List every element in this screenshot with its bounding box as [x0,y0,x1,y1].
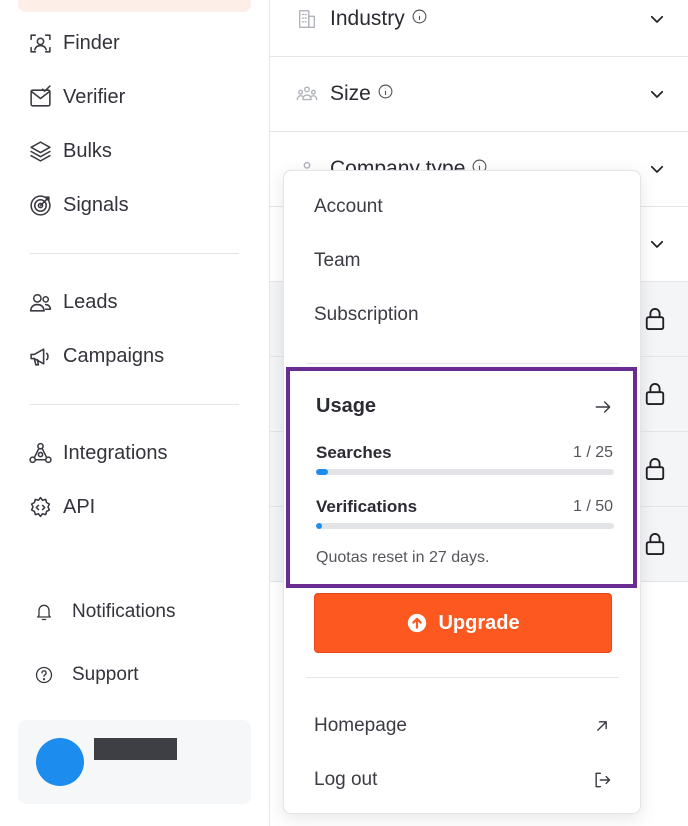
sidebar-divider [30,253,239,254]
sidebar: Finder Verifier Bulks Signals Leads Camp… [0,0,270,826]
account-dropdown-menu: Account Team Subscription Usage Searches… [283,170,641,814]
upgrade-button[interactable]: Upgrade [314,593,612,653]
lock-icon [644,382,666,406]
menu-item-subscription[interactable]: Subscription [314,304,419,326]
usage-panel[interactable]: Usage Searches 1 / 25 Verifications 1 / … [286,367,637,588]
verifier-icon [30,84,51,107]
info-icon[interactable] [411,7,428,31]
sidebar-item-label: Notifications [72,601,176,622]
avatar[interactable] [36,738,84,786]
sidebar-item-label: Leads [63,290,118,313]
quota-progress-fill [316,469,328,475]
help-icon [35,666,53,684]
sidebar-item-finder[interactable]: Finder [28,27,120,59]
chevron-down-icon[interactable] [648,85,666,103]
integrations-icon [29,442,52,463]
filter-label: Industry [330,7,405,30]
filter-label: Size [330,82,371,105]
sidebar-item-signals[interactable]: Signals [28,189,129,221]
upgrade-label: Upgrade [438,611,520,634]
sidebar-item-api[interactable]: API [28,491,95,523]
quota-label-searches: Searches [316,443,392,462]
sidebar-item-label: Integrations [63,441,168,464]
logout-icon[interactable] [592,770,612,790]
gear-icon [30,496,51,517]
active-nav-highlight[interactable] [18,0,251,12]
sidebar-item-label: Bulks [63,139,112,162]
sidebar-item-leads[interactable]: Leads [28,286,118,318]
bulks-icon [30,140,51,162]
quota-reset-text: Quotas reset in 27 days. [316,549,490,566]
arrow-up-circle-icon [408,613,427,633]
menu-item-team[interactable]: Team [314,250,360,272]
bell-icon [37,604,51,621]
quota-progress-searches [316,469,614,475]
quota-progress-verifications [316,523,614,529]
sidebar-item-campaigns[interactable]: Campaigns [28,340,164,372]
menu-item-homepage[interactable]: Homepage [314,715,407,737]
chevron-down-icon[interactable] [648,10,666,28]
arrow-right-icon[interactable] [593,397,613,417]
menu-divider [306,363,619,364]
sidebar-divider [30,404,239,405]
user-name-redacted [94,738,177,760]
sidebar-item-label: Support [72,664,139,685]
quota-count-verifications: 1 / 50 [572,498,613,515]
sidebar-item-label: API [63,495,96,518]
people-icon [296,83,318,105]
external-arrow-icon[interactable] [592,716,612,736]
sidebar-item-label: Signals [63,193,129,216]
quota-progress-fill [316,523,322,529]
finder-icon [30,33,51,53]
menu-divider [306,677,619,678]
filter-size[interactable]: Size [270,57,688,132]
lock-icon [644,307,666,331]
sidebar-item-label: Verifier [63,85,126,108]
sidebar-item-support[interactable]: Support [34,660,139,690]
quota-count-searches: 1 / 25 [572,444,613,461]
sidebar-item-notifications[interactable]: Notifications [34,597,176,627]
leads-icon [29,293,52,312]
chevron-down-icon[interactable] [648,235,666,253]
sidebar-item-verifier[interactable]: Verifier [28,81,125,113]
sidebar-item-label: Finder [63,31,120,54]
filter-industry[interactable]: Industry [270,0,688,57]
chevron-down-icon[interactable] [648,160,666,178]
sidebar-item-bulks[interactable]: Bulks [28,135,112,167]
user-card[interactable] [18,720,251,804]
info-icon[interactable] [377,82,394,106]
quota-label-verifications: Verifications [316,497,418,516]
sidebar-item-label: Campaigns [63,344,165,367]
menu-item-account[interactable]: Account [314,196,383,218]
megaphone-icon [30,347,49,366]
lock-icon [644,457,666,481]
usage-title: Usage [316,395,377,417]
building-icon [296,8,318,30]
sidebar-item-integrations[interactable]: Integrations [28,437,168,469]
menu-item-logout[interactable]: Log out [314,769,377,791]
lock-icon [644,532,666,556]
signals-icon [30,194,51,216]
